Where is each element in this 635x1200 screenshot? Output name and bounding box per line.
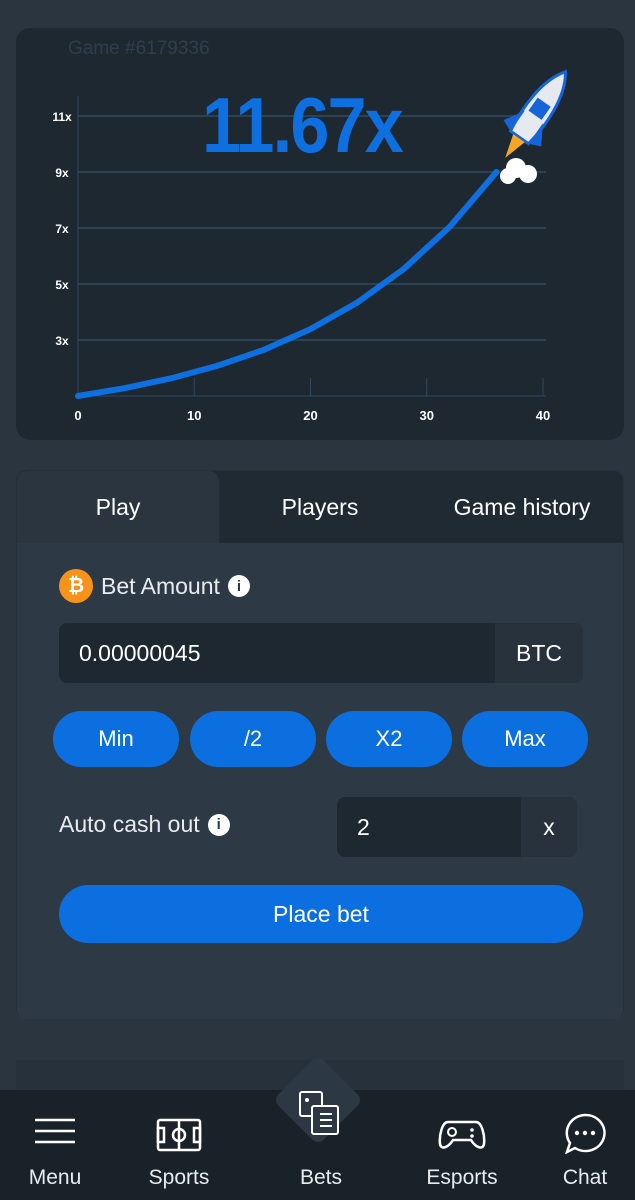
bet-panel: Play Players Game history ₿ Bet Amount i… bbox=[16, 470, 624, 1019]
y-tick-label: 5x bbox=[55, 278, 69, 292]
multiplier-suffix: x bbox=[521, 797, 577, 857]
y-tick-label: 11x bbox=[52, 110, 72, 124]
y-tick-label: 3x bbox=[55, 334, 69, 348]
nav-chat[interactable]: Chat bbox=[530, 1090, 635, 1200]
menu-icon bbox=[35, 1118, 75, 1144]
x-tick-label: 10 bbox=[187, 408, 201, 423]
auto-cash-out-input[interactable]: 2 x bbox=[337, 797, 577, 857]
current-multiplier: 11.67x bbox=[202, 81, 404, 169]
rocket-icon bbox=[500, 69, 567, 184]
min-button[interactable]: Min bbox=[53, 711, 179, 767]
nav-label: Sports bbox=[148, 1166, 210, 1189]
tab-game-history[interactable]: Game history bbox=[421, 471, 623, 543]
sports-field-icon bbox=[156, 1118, 202, 1152]
half-button[interactable]: /2 bbox=[190, 711, 316, 767]
nav-label: Esports bbox=[426, 1166, 498, 1189]
bet-amount-value[interactable]: 0.00000045 bbox=[59, 640, 495, 667]
x-tick-label: 30 bbox=[420, 408, 434, 423]
x-tick-label: 40 bbox=[536, 408, 550, 423]
tab-play[interactable]: Play bbox=[17, 471, 219, 543]
bitcoin-icon: ₿ bbox=[59, 569, 93, 603]
nav-bets-label[interactable]: Bets bbox=[300, 1166, 342, 1190]
auto-cash-out-value[interactable]: 2 bbox=[337, 814, 521, 841]
bets-icon[interactable] bbox=[298, 1090, 342, 1138]
x-tick-label: 20 bbox=[303, 408, 317, 423]
max-button[interactable]: Max bbox=[462, 711, 588, 767]
chat-icon bbox=[565, 1113, 606, 1154]
y-tick-label: 9x bbox=[55, 166, 69, 180]
info-icon[interactable]: i bbox=[207, 813, 230, 836]
auto-cash-out-label: Auto cash out bbox=[59, 811, 200, 837]
nav-menu[interactable]: Menu bbox=[0, 1090, 110, 1200]
nav-label: Chat bbox=[562, 1166, 608, 1189]
nav-sports[interactable]: Sports bbox=[124, 1090, 234, 1200]
bet-amount-input[interactable]: 0.00000045 BTC bbox=[59, 623, 583, 683]
nav-label: Menu bbox=[28, 1166, 82, 1189]
bet-amount-label: Bet Amount bbox=[101, 572, 220, 599]
x-tick-label: 0 bbox=[74, 408, 81, 423]
nav-esports[interactable]: Esports bbox=[407, 1090, 517, 1200]
currency-label: BTC bbox=[495, 623, 583, 683]
place-bet-button[interactable]: Place bet bbox=[59, 885, 583, 943]
tab-players[interactable]: Players bbox=[219, 471, 421, 543]
info-icon[interactable]: i bbox=[227, 575, 250, 597]
y-tick-label: 7x bbox=[55, 222, 69, 236]
double-button[interactable]: X2 bbox=[326, 711, 452, 767]
crash-game-area: Game #6179336 3x 5x 7x 9x 11x 0 10 20 30 40 11.67… bbox=[16, 28, 624, 440]
gamepad-icon bbox=[438, 1120, 486, 1149]
